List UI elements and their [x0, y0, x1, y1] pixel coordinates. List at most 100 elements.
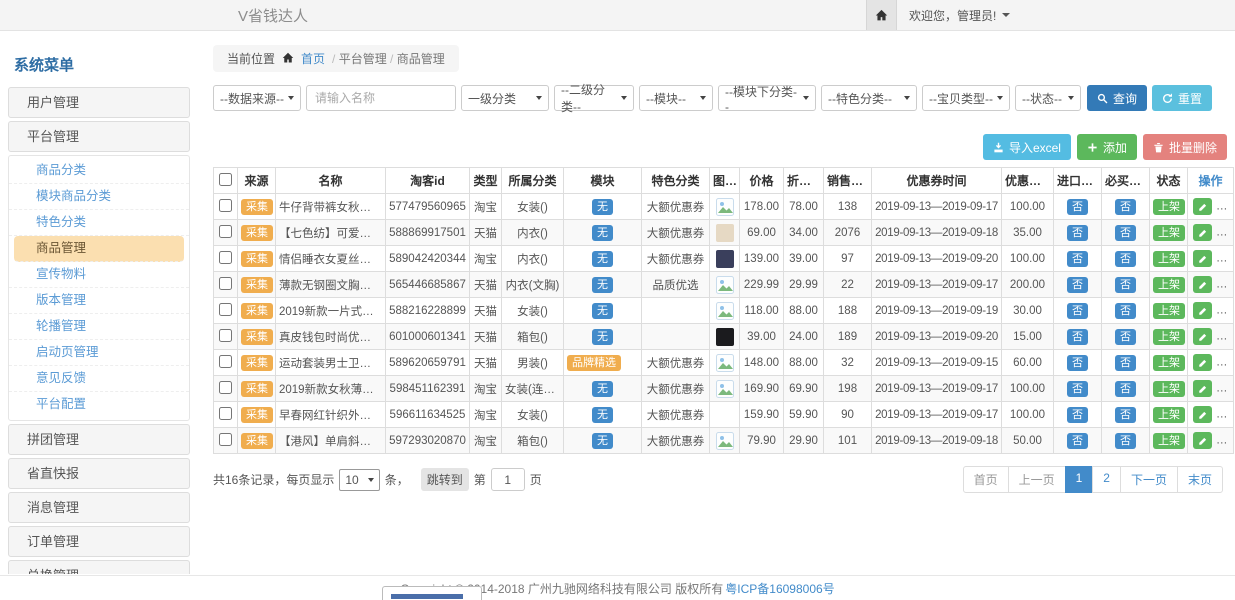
imported-toggle[interactable]: 否 [1067, 381, 1088, 397]
status-toggle[interactable]: 上架 [1153, 199, 1185, 215]
pager-button[interactable]: 下一页 [1120, 466, 1178, 493]
edit-button[interactable] [1193, 354, 1212, 371]
source-cell: 采集 [238, 324, 276, 350]
filter-select[interactable]: --二级分类-- [554, 85, 634, 111]
imported-toggle[interactable]: 否 [1067, 329, 1088, 345]
filter-select[interactable]: --模块-- [639, 85, 713, 111]
must-buy-toggle[interactable]: 否 [1115, 381, 1136, 397]
status-toggle[interactable]: 上架 [1153, 303, 1185, 319]
imported-toggle[interactable]: 否 [1067, 225, 1088, 241]
sidebar-section[interactable]: 省直快报 [8, 458, 190, 489]
select-all-checkbox[interactable] [219, 173, 232, 186]
imported-toggle[interactable]: 否 [1067, 199, 1088, 215]
sidebar-item[interactable]: 意见反馈 [9, 366, 189, 392]
filter-select[interactable]: --特色分类-- [821, 85, 917, 111]
edit-button[interactable] [1193, 380, 1212, 397]
imported-toggle[interactable]: 否 [1067, 277, 1088, 293]
sidebar-item[interactable]: 商品管理 [14, 236, 184, 262]
edit-button[interactable] [1193, 276, 1212, 293]
user-menu[interactable]: 欢迎您，管理员! [897, 0, 1022, 30]
must-buy-cell: 否 [1102, 324, 1150, 350]
row-checkbox[interactable] [219, 225, 232, 238]
beian-link[interactable]: 粤ICP备16098006号 [725, 580, 834, 597]
pager-button[interactable]: 2 [1092, 466, 1121, 493]
operations-cell [1188, 298, 1234, 324]
status-toggle[interactable]: 上架 [1153, 277, 1185, 293]
must-buy-toggle[interactable]: 否 [1115, 199, 1136, 215]
sidebar-item[interactable]: 模块商品分类 [9, 184, 189, 210]
status-toggle[interactable]: 上架 [1153, 381, 1185, 397]
discount-price: 39.00 [784, 246, 824, 272]
imported-toggle[interactable]: 否 [1067, 407, 1088, 423]
edit-button[interactable] [1193, 250, 1212, 267]
imported-toggle[interactable]: 否 [1067, 251, 1088, 267]
row-checkbox[interactable] [219, 329, 232, 342]
imported-toggle[interactable]: 否 [1067, 355, 1088, 371]
edit-button[interactable] [1193, 302, 1212, 319]
filter-select[interactable]: --状态-- [1015, 85, 1081, 111]
sidebar-item[interactable]: 平台配置 [9, 392, 189, 418]
status-toggle[interactable]: 上架 [1153, 355, 1185, 371]
row-checkbox[interactable] [219, 433, 232, 446]
must-buy-toggle[interactable]: 否 [1115, 329, 1136, 345]
status-toggle[interactable]: 上架 [1153, 225, 1185, 241]
sidebar-item[interactable]: 版本管理 [9, 288, 189, 314]
sidebar-item[interactable]: 启动页管理 [9, 340, 189, 366]
reset-button[interactable]: 重置 [1152, 85, 1212, 111]
edit-button[interactable] [1193, 328, 1212, 345]
must-buy-toggle[interactable]: 否 [1115, 355, 1136, 371]
status-toggle[interactable]: 上架 [1153, 329, 1185, 345]
bulk-delete-button[interactable]: 批量删除 [1143, 134, 1227, 160]
per-page-select[interactable]: 10 [339, 469, 379, 491]
edit-button[interactable] [1193, 224, 1212, 241]
must-buy-toggle[interactable]: 否 [1115, 277, 1136, 293]
product-thumbnail [716, 198, 734, 216]
page-number-input[interactable] [491, 468, 525, 491]
filter-select[interactable]: --模块下分类-- [718, 85, 816, 111]
import-excel-button[interactable]: 导入excel [983, 134, 1071, 160]
filter-select[interactable]: --数据来源-- [213, 85, 301, 111]
filter-select[interactable]: 一级分类 [461, 85, 549, 111]
must-buy-toggle[interactable]: 否 [1115, 407, 1136, 423]
sidebar-section[interactable]: 拼团管理 [8, 424, 190, 455]
jump-button[interactable]: 跳转到 [421, 468, 469, 491]
must-buy-toggle[interactable]: 否 [1115, 251, 1136, 267]
sidebar-section[interactable]: 用户管理 [8, 87, 190, 118]
sidebar-item[interactable]: 轮播管理 [9, 314, 189, 340]
sidebar-item[interactable]: 商品分类 [9, 158, 189, 184]
row-checkbox[interactable] [219, 381, 232, 394]
must-buy-toggle[interactable]: 否 [1115, 433, 1136, 449]
edit-button[interactable] [1193, 198, 1212, 215]
sidebar-section[interactable]: 兑换管理 [8, 560, 190, 574]
sidebar-item[interactable]: 宣传物料 [9, 262, 189, 288]
row-checkbox[interactable] [219, 355, 232, 368]
pager-button[interactable]: 末页 [1177, 466, 1223, 493]
sidebar-section[interactable]: 消息管理 [8, 492, 190, 523]
edit-button[interactable] [1193, 432, 1212, 449]
product-name-input[interactable] [306, 85, 456, 111]
breadcrumb-home-link[interactable]: 首页 [301, 50, 325, 67]
filter-select[interactable]: --宝贝类型-- [922, 85, 1010, 111]
status-toggle[interactable]: 上架 [1153, 433, 1185, 449]
imported-toggle[interactable]: 否 [1067, 433, 1088, 449]
row-checkbox[interactable] [219, 199, 232, 212]
edit-button[interactable] [1193, 406, 1212, 423]
must-buy-toggle[interactable]: 否 [1115, 225, 1136, 241]
sidebar-menu: 用户管理平台管理商品分类模块商品分类特色分类商品管理宣传物料版本管理轮播管理启动… [8, 87, 190, 574]
add-button[interactable]: 添加 [1077, 134, 1137, 160]
status-toggle[interactable]: 上架 [1153, 407, 1185, 423]
sidebar-section[interactable]: 订单管理 [8, 526, 190, 557]
row-checkbox[interactable] [219, 251, 232, 264]
status-toggle[interactable]: 上架 [1153, 251, 1185, 267]
sidebar-item[interactable]: 特色分类 [9, 210, 189, 236]
row-checkbox[interactable] [219, 277, 232, 290]
sidebar-section[interactable]: 平台管理 [8, 121, 190, 152]
must-buy-toggle[interactable]: 否 [1115, 303, 1136, 319]
imported-toggle[interactable]: 否 [1067, 303, 1088, 319]
row-checkbox[interactable] [219, 407, 232, 420]
pager-button[interactable]: 1 [1065, 466, 1094, 493]
search-button[interactable]: 查询 [1087, 85, 1147, 111]
home-button[interactable] [866, 0, 897, 30]
import-excel-label: 导入excel [1009, 139, 1061, 156]
row-checkbox[interactable] [219, 303, 232, 316]
